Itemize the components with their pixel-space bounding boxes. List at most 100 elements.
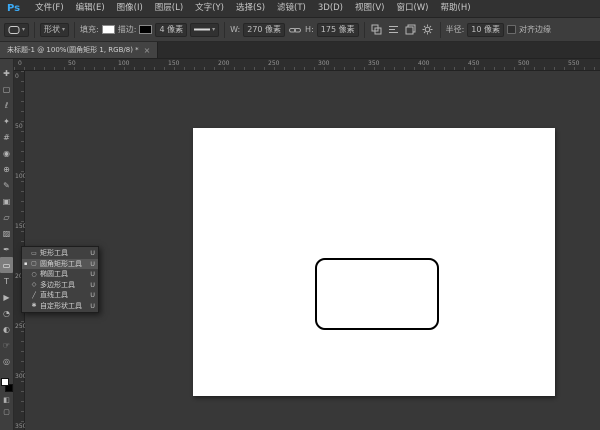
chevron-down-icon: ▾ [22,26,26,33]
ruler-number: 450 [468,60,480,67]
document-tab[interactable]: 未标题-1 @ 100%(圆角矩形 1, RGB/8) * × [0,42,159,58]
ruler-number: 500 [518,60,530,67]
ruler-number: 550 [568,60,580,67]
menu-item-11[interactable]: 帮助(H) [435,0,477,17]
quick-mask-icon[interactable]: ◧ [3,396,10,404]
menu-item-2[interactable]: 编辑(E) [70,0,111,17]
align-edges-checkbox[interactable] [507,25,517,34]
eraser-tool[interactable]: ▱ [0,209,13,225]
document-canvas[interactable] [193,128,555,396]
矩形工具-icon: ▭ [31,249,37,257]
divider [74,21,76,38]
align-edges-label: 对齐边缘 [519,25,552,34]
flyout-item-3[interactable]: ○ 椭圆工具 U [22,269,98,280]
椭圆工具-icon: ○ [31,270,37,278]
fill-swatch[interactable] [101,25,115,34]
color-swatches[interactable] [0,378,13,392]
自定形状工具-icon: ✱ [31,302,37,310]
clone-stamp-tool[interactable]: ▣ [0,193,13,209]
work-row: 050100150200250300350 [14,71,600,430]
shape-tool-flyout-menu: ▭ 矩形工具 U ▪ ▢ 圆角矩形工具 U ○ 椭圆工具 U ◇ 多边形工具 U ╱ 直线工具 U ✱ 自定形状工… [21,246,99,313]
path-arrangement-icon[interactable] [404,23,418,37]
photoshop-window: Ps 文件(F) 编辑(E) 图像(I) 图层(L) 文字(Y) 选择(S) 滤镜(T) 3D… [0,0,600,430]
canvas-workspace[interactable] [25,71,600,430]
stroke-width-field[interactable]: 4 像素 [155,22,188,37]
marquee-tool[interactable]: ▢ [0,81,13,97]
healing-brush-tool[interactable]: ⊕ [0,161,13,177]
path-alignment-icon[interactable] [387,23,401,37]
path-selection-tool[interactable]: ▶ [0,289,13,305]
ruler-number: 0 [18,60,22,67]
crop-tool[interactable]: # [0,129,13,145]
menubar-items: 文件(F) 编辑(E) 图像(I) 图层(L) 文字(Y) 选择(S) 滤镜(T) 3D(D)… [29,0,476,17]
link-dimensions-icon[interactable] [288,23,302,37]
直线工具-icon: ╱ [32,291,36,299]
rounded-rectangle-shape[interactable] [315,258,439,330]
radius-value: 10 像素 [471,25,501,34]
flyout-item-shortcut: U [90,249,95,258]
eyedropper-tool[interactable]: ◉ [0,145,13,161]
flyout-item-2[interactable]: ▪ ▢ 圆角矩形工具 U [22,258,98,269]
type-tool[interactable]: T [0,273,13,289]
divider [439,21,441,38]
menu-item-1[interactable]: 文件(F) [29,0,70,17]
screen-mode-icon[interactable]: ▢ [3,408,10,416]
menu-item-4[interactable]: 图层(L) [149,0,189,17]
flyout-item-4[interactable]: ◇ 多边形工具 U [22,280,98,291]
ruler-number: 100 [118,60,130,67]
gear-icon[interactable] [421,23,435,37]
stroke-swatch[interactable] [139,25,153,34]
photoshop-logo: Ps [7,3,21,14]
move-tool[interactable]: ✚ [0,65,13,81]
ruler-number: 50 [68,60,76,67]
flyout-item-shortcut: U [90,291,95,300]
menubar: Ps 文件(F) 编辑(E) 图像(I) 图层(L) 文字(Y) 选择(S) 滤镜(T) 3D… [0,0,600,18]
menu-item-9[interactable]: 视图(V) [349,0,390,17]
pen-tool[interactable]: ✒ [0,241,13,257]
tool-mode-select[interactable]: 形状 ▾ [40,22,70,37]
shape-tool[interactable]: ▭ [0,257,13,273]
flyout-item-5[interactable]: ╱ 直线工具 U [22,290,98,301]
radius-field[interactable]: 10 像素 [467,22,505,37]
radius-label: 半径: [445,25,465,34]
height-value: 175 像素 [320,25,355,34]
menu-item-7[interactable]: 滤镜(T) [271,0,312,17]
hand-tool[interactable]: ☞ [0,337,13,353]
menu-item-8[interactable]: 3D(D) [312,0,349,17]
flyout-item-6[interactable]: ✱ 自定形状工具 U [22,301,98,312]
foreground-color-swatch[interactable] [0,378,9,386]
zoom-tool[interactable]: ◎ [0,353,13,369]
多边形工具-icon: ◇ [31,281,37,289]
menu-item-6[interactable]: 选择(S) [230,0,271,17]
horizontal-ruler[interactable]: 0 50 100 150 200 250 300 350 400 450 500 550 [14,59,600,71]
quick-selection-tool[interactable]: ✦ [0,113,13,129]
divider [224,21,226,38]
menu-item-5[interactable]: 文字(Y) [189,0,230,17]
stroke-line-icon [194,28,211,31]
brush-tool[interactable]: ✎ [0,177,13,193]
dodge-tool[interactable]: ◐ [0,321,13,337]
width-field[interactable]: 270 像素 [243,22,286,37]
flyout-item-label: 圆角矩形工具 [40,259,82,268]
document-tab-bar: 未标题-1 @ 100%(圆角矩形 1, RGB/8) * × [0,42,600,59]
canvas-column: 0 50 100 150 200 250 300 350 400 450 500 550 0 50 100… [14,59,600,430]
flyout-item-shortcut: U [90,280,95,289]
close-icon[interactable]: × [144,46,151,55]
stroke-type-select[interactable]: ▾ [190,22,220,37]
height-field[interactable]: 175 像素 [316,22,359,37]
flyout-item-1[interactable]: ▭ 矩形工具 U [22,248,98,259]
gradient-tool[interactable]: ▨ [0,225,13,241]
width-label: W: [230,25,241,34]
ruler-number: 300 [318,60,330,67]
document-title: 未标题-1 @ 100%(圆角矩形 1, RGB/8) * [7,46,139,54]
menu-item-10[interactable]: 窗口(W) [390,0,434,17]
path-operations-icon[interactable] [370,23,384,37]
blur-tool[interactable]: ◔ [0,305,13,321]
lasso-tool[interactable]: ℓ [0,97,13,113]
divider [34,21,36,38]
tool-preset-dropdown[interactable]: ▾ [4,22,30,37]
flyout-item-label: 椭圆工具 [40,270,68,279]
flyout-item-shortcut: U [90,301,95,310]
menu-item-3[interactable]: 图像(I) [111,0,149,17]
ruler-number: 350 [368,60,380,67]
